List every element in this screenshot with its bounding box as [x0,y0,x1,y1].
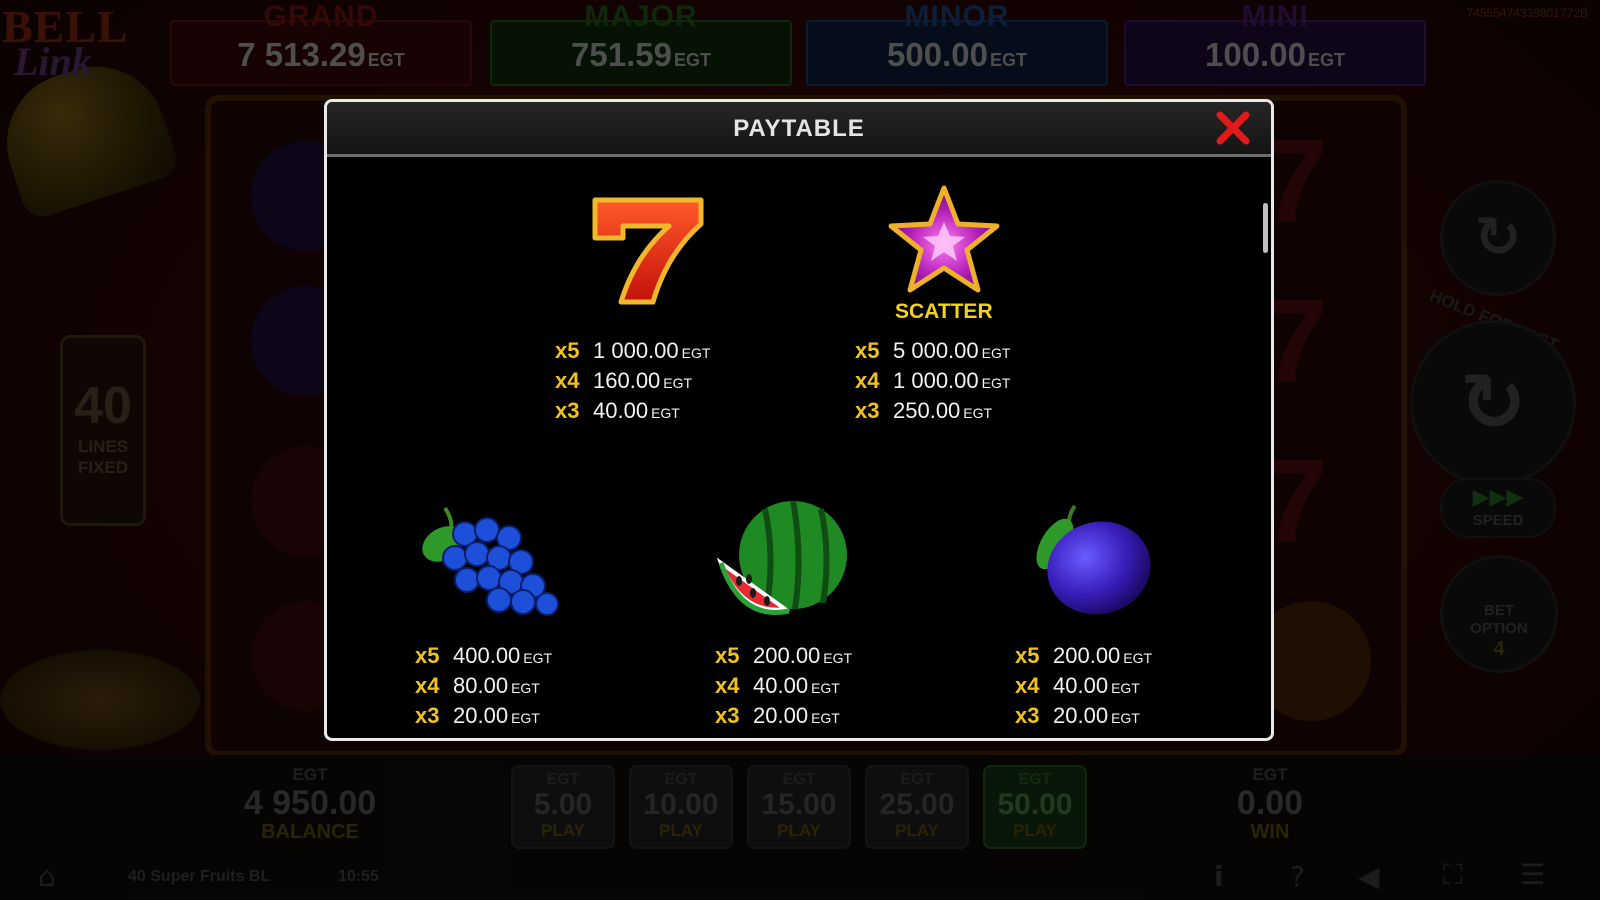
plum-icon [1036,504,1151,615]
payout-row: x3 20.00 EGT [715,702,852,732]
paytable-dialog: PAYTABLE x5 1 000.00 EGT x4 160.00 EGT x3 40.… [324,99,1274,741]
scatter-payouts: x5 5 000.00 EGT x4 1 000.00 EGT x3 250.00 EGT [855,337,1010,427]
watermelon-payouts: x5 200.00 EGT x4 40.00 EGT x3 20.00 EGT [715,642,852,732]
paytable-header: PAYTABLE [327,102,1271,157]
payout-row: x4 160.00 EGT [555,367,710,397]
payout-amount: 40.00 [753,673,809,698]
payout-multiplier: x4 [1015,673,1040,698]
payout-amount: 5 000.00 [893,338,979,363]
plum-payouts: x5 200.00 EGT x4 40.00 EGT x3 20.00 EGT [1015,642,1152,732]
payout-row: x3 250.00 EGT [855,397,1010,427]
payout-amount: 40.00 [593,398,649,423]
payout-row: x4 40.00 EGT [715,672,852,702]
payout-multiplier: x4 [555,368,580,393]
payout-currency: EGT [811,680,840,696]
payout-multiplier: x3 [715,703,740,728]
payout-currency: EGT [963,405,993,421]
payout-row: x4 1 000.00 EGT [855,367,1010,397]
payout-amount: 1 000.00 [593,338,679,363]
payout-currency: EGT [811,710,840,726]
payout-multiplier: x3 [555,398,580,423]
payout-amount: 250.00 [893,398,961,423]
payout-multiplier: x5 [415,643,440,668]
paytable-title: PAYTABLE [733,115,865,142]
payout-multiplier: x4 [715,673,740,698]
payout-currency: EGT [523,650,553,666]
payout-row: x5 200.00 EGT [715,642,852,672]
payout-row: x3 20.00 EGT [1015,702,1152,732]
grapes-icon [422,506,559,616]
payout-amount: 200.00 [1053,643,1121,668]
watermelon-icon [716,500,847,615]
payout-row: x4 80.00 EGT [415,672,552,702]
payout-amount: 20.00 [753,703,809,728]
payout-currency: EGT [681,345,711,361]
payout-amount: 200.00 [753,643,821,668]
paytable-scrollbar[interactable] [1261,158,1269,734]
payout-currency: EGT [1123,650,1153,666]
payout-row: x4 40.00 EGT [1015,672,1152,702]
seven-icon [592,197,704,305]
payout-amount: 400.00 [453,643,521,668]
payout-multiplier: x4 [855,368,880,393]
payout-multiplier: x3 [855,398,880,423]
payout-row: x5 5 000.00 EGT [855,337,1010,367]
payout-multiplier: x5 [1015,643,1040,668]
payout-row: x5 400.00 EGT [415,642,552,672]
payout-currency: EGT [651,405,680,421]
payout-amount: 80.00 [453,673,509,698]
seven-payouts: x5 1 000.00 EGT x4 160.00 EGT x3 40.00 EGT [555,337,710,427]
payout-multiplier: x5 [555,338,580,363]
payout-currency: EGT [1111,710,1140,726]
payout-amount: 20.00 [1053,703,1109,728]
payout-currency: EGT [1111,680,1140,696]
scrollbar-thumb[interactable] [1263,203,1268,253]
payout-amount: 20.00 [453,703,509,728]
grapes-payouts: x5 400.00 EGT x4 80.00 EGT x3 20.00 EGT [415,642,552,732]
payout-multiplier: x4 [415,673,440,698]
payout-row: x3 40.00 EGT [555,397,710,427]
payout-currency: EGT [981,375,1011,391]
payout-amount: 40.00 [1053,673,1109,698]
payout-multiplier: x5 [855,338,880,363]
payout-currency: EGT [823,650,853,666]
payout-row: x5 200.00 EGT [1015,642,1152,672]
payout-multiplier: x3 [1015,703,1040,728]
close-icon [1216,111,1250,145]
payout-currency: EGT [511,680,540,696]
payout-row: x5 1 000.00 EGT [555,337,710,367]
payout-multiplier: x3 [415,703,440,728]
scatter-label: SCATTER [895,300,993,323]
payout-currency: EGT [981,345,1011,361]
star-icon [888,185,1000,293]
payout-currency: EGT [511,710,540,726]
payout-multiplier: x5 [715,643,740,668]
payout-row: x3 20.00 EGT [415,702,552,732]
payout-amount: 1 000.00 [893,368,979,393]
payout-amount: 160.00 [593,368,661,393]
close-button[interactable] [1215,110,1251,146]
payout-currency: EGT [663,375,693,391]
